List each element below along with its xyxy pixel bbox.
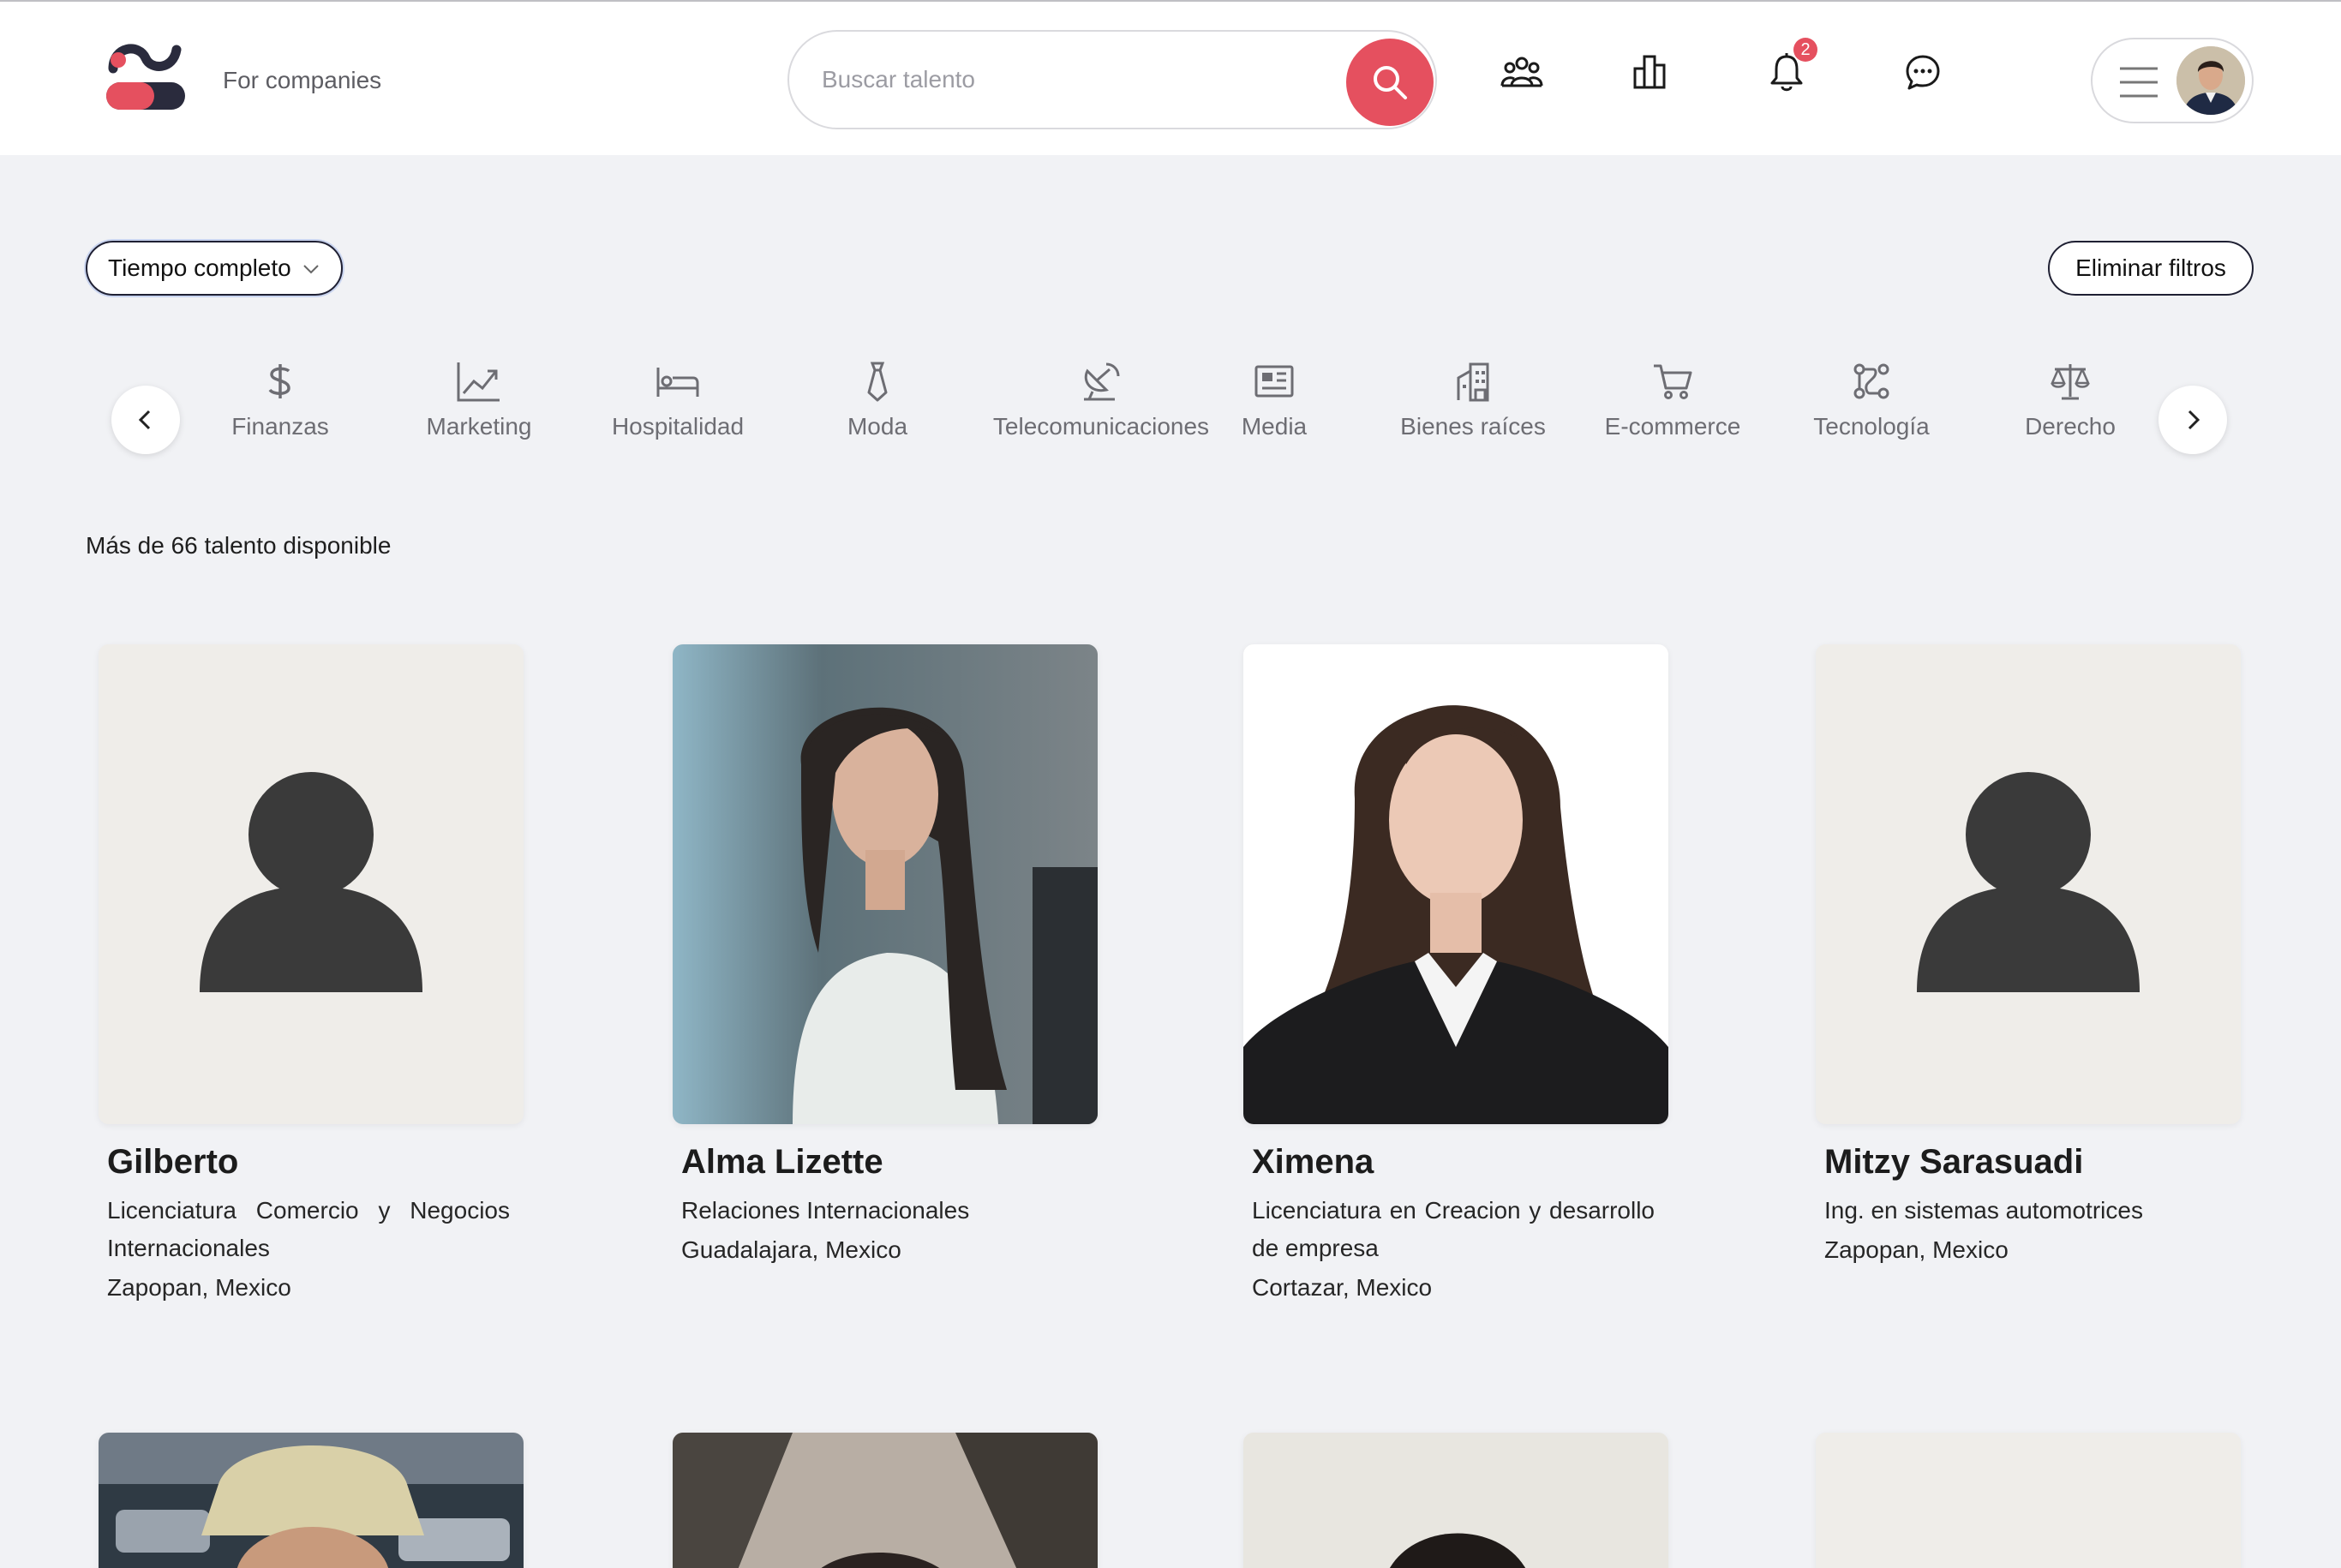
dollar-icon (268, 364, 290, 398)
category-media[interactable]: Media (1223, 360, 1326, 446)
cart-icon (1654, 364, 1692, 399)
category-bienes-raices[interactable]: Bienes raíces (1387, 360, 1559, 446)
candidate-card[interactable] (1816, 1433, 2241, 1568)
search-icon (1374, 66, 1407, 99)
candidate-location: Zapopan, Mexico (1824, 1236, 2009, 1263)
top-header: For companies Buscar talento 2 (0, 0, 2341, 155)
candidate-location: Guadalajara, Mexico (681, 1236, 901, 1263)
chat-icon (1906, 55, 1940, 90)
category-marketing[interactable]: Marketing (419, 360, 539, 446)
chevron-left-icon (138, 410, 151, 430)
nav-stats-button[interactable] (1625, 46, 1676, 98)
nav-team-button[interactable] (1496, 46, 1548, 98)
default-avatar-icon (1816, 644, 2241, 1124)
hamburger-icon (2120, 67, 2158, 98)
category-ecommerce[interactable]: E-commerce (1596, 360, 1750, 446)
job-type-value: Tiempo completo (108, 254, 291, 281)
candidate-degree: Licenciatura en Creacion y desarrollo de… (1252, 1197, 1655, 1261)
category-derecho[interactable]: Derecho (2010, 360, 2130, 446)
category-label: Derecho (2025, 413, 2116, 440)
category-label: Tecnología (1813, 413, 1930, 440)
candidate-degree: Licenciatura Comercio y Negocios Interna… (107, 1197, 510, 1261)
candidate-card[interactable] (1243, 1433, 1668, 1568)
building-icon (1457, 362, 1489, 402)
category-moda[interactable]: Moda (817, 360, 937, 446)
tie-icon (867, 362, 888, 402)
chevron-right-icon (2188, 410, 2200, 430)
nodes-icon (1853, 363, 1889, 399)
candidate-photo (1243, 644, 1668, 1124)
for-companies-label: For companies (223, 67, 382, 93)
candidate-degree: Ing. en sistemas automotrices (1824, 1197, 2143, 1224)
candidate-card[interactable] (99, 1433, 524, 1568)
candidate-card[interactable]: Alma Lizette Relaciones Internacionales … (673, 644, 1098, 1264)
candidate-degree: Relaciones Internacionales (681, 1197, 970, 1224)
candidate-photo (99, 1433, 524, 1568)
candidate-photo (673, 1433, 1098, 1568)
nav-messages-button[interactable] (1897, 46, 1949, 98)
candidate-location: Zapopan, Mexico (107, 1274, 291, 1301)
category-label: E-commerce (1604, 413, 1741, 440)
clear-filters-button[interactable]: Eliminar filtros (2048, 241, 2254, 296)
category-label: Hospitalidad (611, 413, 745, 440)
candidate-card[interactable]: Gilberto Licenciatura Comercio y Negocio… (99, 644, 524, 1302)
candidate-photo (1816, 1433, 2241, 1568)
category-label: Marketing (426, 413, 532, 440)
search-button[interactable] (1346, 39, 1434, 126)
category-hospitalidad[interactable]: Hospitalidad (601, 360, 755, 446)
candidate-photo (673, 644, 1098, 1124)
scales-icon (2051, 364, 2090, 400)
notification-badge: 2 (1793, 38, 1817, 62)
category-label: Telecomunicaciones (992, 413, 1210, 440)
search-bar (787, 30, 1437, 129)
candidate-photo (1243, 1433, 1668, 1568)
newspaper-icon (1254, 365, 1294, 398)
team-icon (1500, 57, 1543, 87)
bed-icon (656, 368, 699, 397)
candidate-name: Mitzy Sarasuadi (1824, 1143, 2084, 1181)
user-avatar (2176, 46, 2245, 115)
carousel-next-button[interactable] (2158, 386, 2227, 454)
chevron-down-icon (303, 265, 319, 274)
category-label: Moda (847, 413, 908, 440)
job-type-select[interactable]: Tiempo completo (86, 241, 343, 296)
company-logo[interactable] (105, 36, 187, 113)
candidate-name: Alma Lizette (681, 1143, 883, 1181)
user-menu-button[interactable] (2091, 38, 2254, 123)
satellite-dish-icon (1084, 362, 1120, 401)
candidate-photo (99, 644, 524, 1124)
chart-bars-icon (1633, 55, 1666, 89)
candidate-card[interactable] (673, 1433, 1098, 1568)
candidate-card[interactable]: Mitzy Sarasuadi Ing. en sistemas automot… (1816, 644, 2241, 1264)
category-label: Finanzas (231, 413, 329, 440)
category-label: Media (1241, 413, 1308, 440)
default-avatar-icon (1816, 1433, 2241, 1568)
candidate-name: Gilberto (107, 1143, 239, 1181)
category-finanzas[interactable]: Finanzas (220, 360, 340, 446)
default-avatar-icon (99, 644, 524, 1124)
trend-chart-icon (457, 362, 500, 402)
candidate-name: Ximena (1252, 1143, 1374, 1181)
results-count: Más de 66 talento disponible (86, 532, 392, 559)
category-telecomunicaciones[interactable]: Telecomunicaciones (990, 360, 1212, 446)
search-input[interactable] (822, 57, 1267, 102)
candidate-card[interactable]: Ximena Licenciatura en Creacion y desarr… (1243, 644, 1668, 1302)
candidate-photo (1816, 644, 2241, 1124)
carousel-prev-button[interactable] (111, 386, 180, 454)
category-label: Bienes raíces (1400, 413, 1546, 440)
category-tecnologia[interactable]: Tecnología (1794, 360, 1949, 446)
candidate-location: Cortazar, Mexico (1252, 1274, 1433, 1301)
